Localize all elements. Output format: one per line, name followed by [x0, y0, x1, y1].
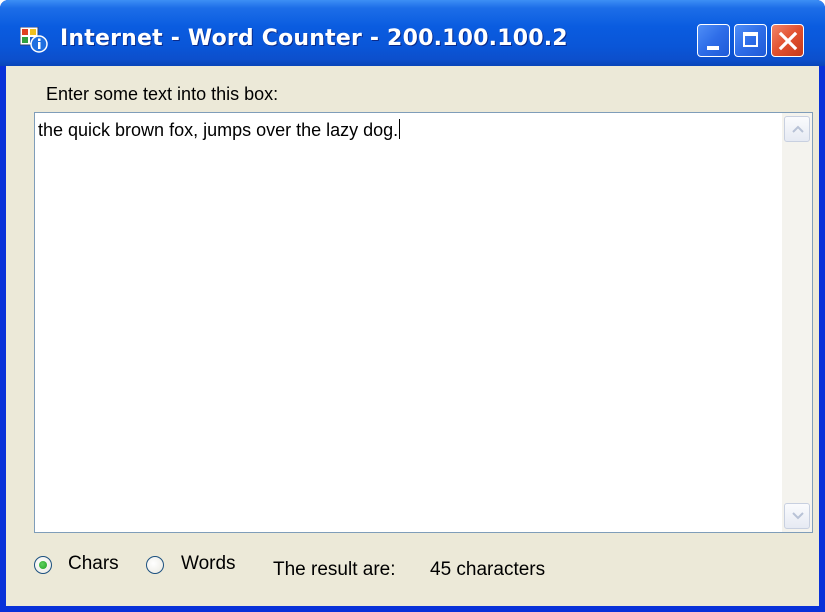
vertical-scrollbar[interactable] [782, 113, 812, 532]
words-radio-button[interactable] [146, 556, 164, 574]
words-radio-option[interactable]: Words [146, 553, 256, 582]
text-input-value[interactable]: the quick brown fox, jumps over the lazy… [38, 119, 401, 141]
chars-radio-label[interactable]: Chars [68, 553, 119, 575]
scroll-up-button[interactable] [784, 116, 810, 142]
maximize-icon [743, 32, 758, 47]
maximize-button[interactable] [734, 24, 767, 57]
window-title: Internet - Word Counter - 200.100.100.2 [60, 26, 568, 51]
title-bar[interactable]: Internet - Word Counter - 200.100.100.2 [0, 0, 825, 66]
text-input-area[interactable]: the quick brown fox, jumps over the lazy… [34, 112, 813, 533]
word-counter-window: Internet - Word Counter - 200.100.100.2 … [0, 0, 825, 612]
chevron-down-icon [792, 512, 804, 520]
form-client-area: Enter some text into this box: the quick… [6, 66, 819, 606]
text-input-text: the quick brown fox, jumps over the lazy… [38, 120, 399, 140]
result-value: 45 characters [430, 559, 546, 580]
text-input-label: Enter some text into this box: [46, 84, 279, 104]
minimize-button[interactable] [697, 24, 730, 57]
text-caret [399, 119, 401, 139]
close-icon [778, 31, 798, 51]
minimize-icon [707, 46, 719, 50]
radio-selected-dot [39, 561, 47, 569]
chars-radio-button[interactable] [34, 556, 52, 574]
result-label: The result are: [273, 559, 396, 580]
scroll-down-button[interactable] [784, 503, 810, 529]
app-window-icon[interactable] [19, 26, 48, 53]
close-button[interactable] [771, 24, 804, 57]
chars-radio-option[interactable]: Chars [34, 553, 134, 582]
chevron-up-icon [792, 125, 804, 133]
words-radio-label[interactable]: Words [181, 553, 236, 575]
